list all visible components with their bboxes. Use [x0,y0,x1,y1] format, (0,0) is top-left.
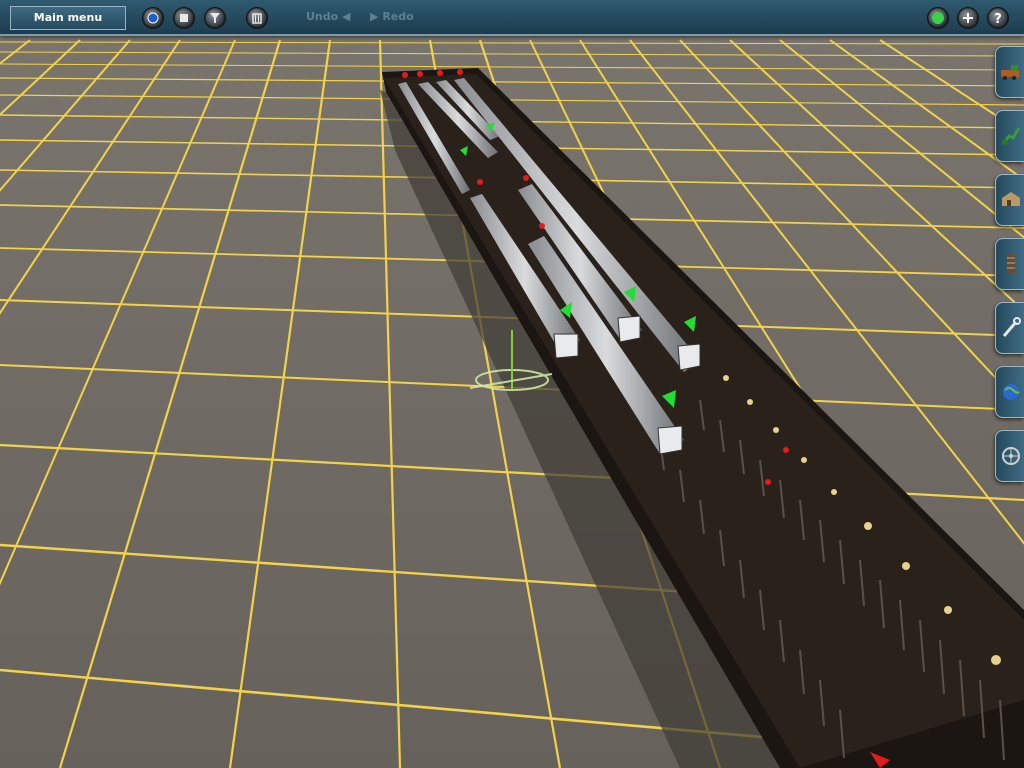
trash-icon [252,13,262,24]
side-tab-settings[interactable] [995,430,1024,482]
delete-button[interactable] [246,7,268,29]
side-tab-tools[interactable] [995,302,1024,354]
signal-red [523,175,529,181]
side-tab-track-objects[interactable] [995,238,1024,290]
signal-red [783,447,789,453]
signal-red [417,71,423,77]
camera-button[interactable] [142,7,164,29]
signal-red [477,179,483,185]
redo-arrow-icon: ▶ [370,10,379,23]
redo-button[interactable]: ▶ Redo [370,10,414,23]
building-icon [1002,192,1020,206]
train-car-front [657,425,683,455]
world-viewport[interactable] [0,0,1024,768]
undo-button[interactable]: Undo ◀ [306,10,351,23]
wrench-icon [1002,317,1021,337]
redo-label: Redo [382,10,414,23]
track-tool-icon [1001,127,1021,145]
stop-icon [180,14,188,22]
rail-segment-icon [1007,254,1015,274]
globe-icon [1003,384,1020,400]
undo-label: Undo [306,10,339,23]
layer-icon [932,12,944,24]
filter-button[interactable] [204,7,226,29]
help-icon: ? [994,12,1002,27]
train-car-front [617,315,641,343]
layer-button[interactable] [927,7,949,29]
side-tab-track[interactable] [995,110,1024,162]
wheel-icon [1002,447,1020,465]
locomotive-icon [1001,65,1019,80]
camera-icon [147,12,159,24]
side-tab-trains[interactable] [995,46,1024,98]
add-button[interactable] [957,7,979,29]
signal-red [437,70,443,76]
stop-button[interactable] [173,7,195,29]
help-button[interactable]: ? [987,7,1009,29]
top-toolbar: Main menu Undo ◀ ▶ Redo ? [0,0,1024,36]
svg-text:?: ? [994,12,1002,27]
train-car-front [553,333,579,359]
train-car-front [677,343,701,371]
filter-icon [210,13,220,23]
signal-red [765,479,771,485]
side-tab-topology[interactable] [995,366,1024,418]
signal-red [539,223,545,229]
undo-arrow-icon: ◀ [342,10,351,23]
add-icon [963,13,973,23]
main-menu-button[interactable]: Main menu [10,6,126,30]
signal-red [457,69,463,75]
signal-red [402,72,408,78]
side-tab-objects[interactable] [995,174,1024,226]
